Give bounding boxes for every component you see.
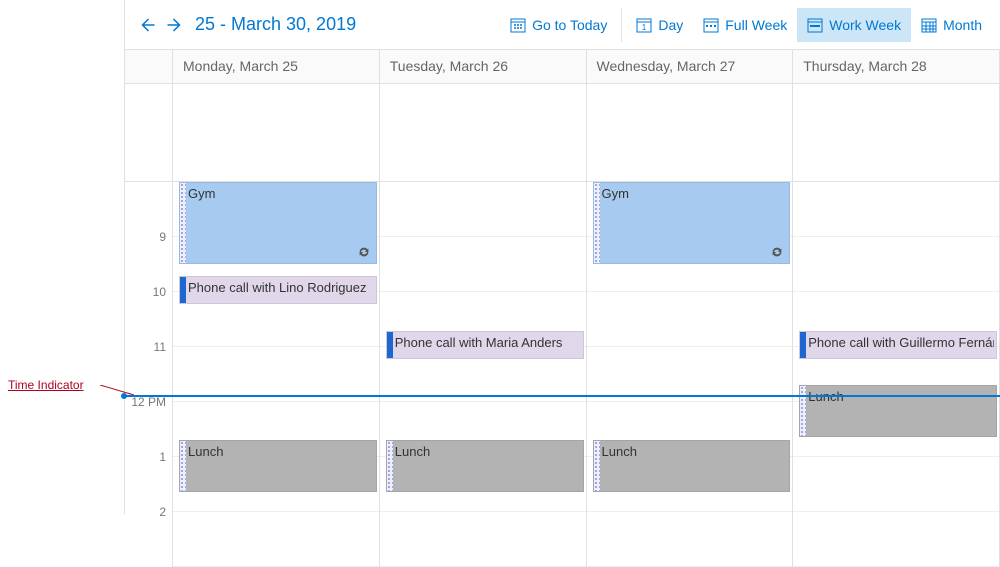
calendar-today-icon — [510, 17, 526, 33]
event-status-stripe — [180, 183, 186, 263]
arrow-left-icon — [138, 16, 156, 34]
event-title: Phone call with Maria Anders — [395, 335, 581, 358]
calendar-workweek-icon — [807, 17, 823, 33]
view-month-button[interactable]: Month — [911, 8, 992, 42]
event-title: Gym — [602, 186, 788, 263]
day-header[interactable]: Tuesday, March 26 — [380, 50, 587, 83]
day-header[interactable]: Monday, March 25 — [173, 50, 380, 83]
event-title: Gym — [188, 186, 374, 263]
event-title: Phone call with Lino Rodriguez — [188, 280, 374, 303]
event-status-stripe — [594, 183, 600, 263]
day-header[interactable]: Wednesday, March 27 — [587, 50, 794, 83]
view-day-label: Day — [658, 17, 683, 33]
go-to-today-label: Go to Today — [532, 17, 607, 33]
event-lunch[interactable]: Lunch — [179, 440, 377, 492]
event-phone[interactable]: Phone call with Guillermo Fernández — [799, 331, 997, 359]
svg-text:1: 1 — [642, 23, 647, 32]
event-status-stripe — [800, 386, 806, 436]
day-column-thursday[interactable]: Phone call with Guillermo Fernández Lunc… — [793, 182, 1000, 567]
allday-cell[interactable] — [380, 84, 587, 181]
allday-cell[interactable] — [793, 84, 1000, 181]
event-status-bar — [180, 277, 186, 303]
event-gym[interactable]: Gym — [179, 182, 377, 264]
allday-cell[interactable] — [173, 84, 380, 181]
date-range-label[interactable]: 25 - March 30, 2019 — [195, 14, 356, 35]
event-title: Lunch — [602, 444, 788, 491]
toolbar-separator — [621, 8, 622, 42]
event-gym[interactable]: Gym — [593, 182, 791, 264]
time-gutter-header — [125, 50, 173, 83]
hour-label: 2 — [125, 512, 172, 567]
allday-row — [125, 84, 1000, 182]
view-fullweek-label: Full Week — [725, 17, 787, 33]
prev-week-button[interactable] — [133, 11, 161, 39]
view-day-button[interactable]: 1 Day — [626, 8, 693, 42]
event-status-bar — [387, 332, 393, 358]
calendar-month-icon — [921, 17, 937, 33]
calendar-toolbar: 25 - March 30, 2019 Go to Today 1 Day Fu… — [125, 0, 1000, 50]
annotation-label: Time Indicator — [8, 378, 84, 392]
event-phone[interactable]: Phone call with Lino Rodriguez — [179, 276, 377, 304]
recurring-icon — [770, 245, 784, 259]
time-grid: 9 10 11 12 PM 1 2 Gym Phone call with Li… — [125, 182, 1000, 567]
event-title: Phone call with Guillermo Fernández — [808, 335, 994, 358]
event-lunch[interactable]: Lunch — [386, 440, 584, 492]
allday-cell[interactable] — [587, 84, 794, 181]
event-status-stripe — [180, 441, 186, 491]
hour-label: 1 — [125, 457, 172, 512]
hour-label: 10 — [125, 292, 172, 347]
next-week-button[interactable] — [161, 11, 189, 39]
day-column-tuesday[interactable]: Phone call with Maria Anders Lunch — [380, 182, 587, 567]
allday-gutter — [125, 84, 173, 181]
view-workweek-button[interactable]: Work Week — [797, 8, 911, 42]
time-indicator-line — [125, 395, 1000, 397]
hour-label: 9 — [125, 237, 172, 292]
day-column-wednesday[interactable]: Gym Lunch — [587, 182, 794, 567]
event-lunch[interactable]: Lunch — [799, 385, 997, 437]
calendar-view: 25 - March 30, 2019 Go to Today 1 Day Fu… — [124, 0, 1000, 514]
event-status-stripe — [594, 441, 600, 491]
recurring-icon — [357, 245, 371, 259]
time-gutter: 9 10 11 12 PM 1 2 — [125, 182, 173, 567]
event-phone[interactable]: Phone call with Maria Anders — [386, 331, 584, 359]
event-title: Lunch — [395, 444, 581, 491]
hour-label — [125, 182, 172, 237]
arrow-right-icon — [166, 16, 184, 34]
annotation-leader-line — [100, 385, 134, 395]
calendar-fullweek-icon — [703, 17, 719, 33]
calendar-day-icon: 1 — [636, 17, 652, 33]
view-workweek-label: Work Week — [829, 17, 901, 33]
event-status-bar — [800, 332, 806, 358]
event-status-stripe — [387, 441, 393, 491]
view-month-label: Month — [943, 17, 982, 33]
day-column-monday[interactable]: Gym Phone call with Lino Rodriguez Lunch — [173, 182, 380, 567]
event-lunch[interactable]: Lunch — [593, 440, 791, 492]
day-header[interactable]: Thursday, March 28 — [793, 50, 1000, 83]
hour-label: 12 PM — [125, 402, 172, 457]
day-header-row: Monday, March 25 Tuesday, March 26 Wedne… — [125, 50, 1000, 84]
event-title: Lunch — [188, 444, 374, 491]
view-fullweek-button[interactable]: Full Week — [693, 8, 797, 42]
go-to-today-button[interactable]: Go to Today — [500, 8, 617, 42]
